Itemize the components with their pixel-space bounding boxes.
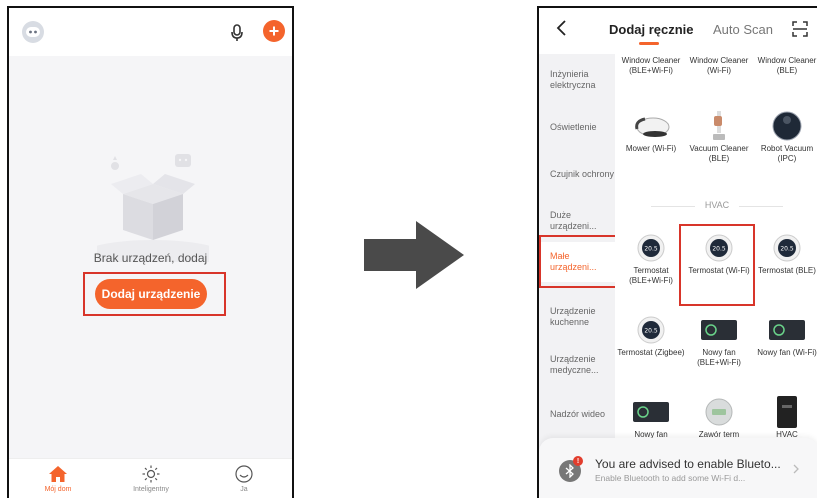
device-item[interactable]: Nowy fan (Wi-Fi) <box>753 312 817 358</box>
empty-state-message: Brak urządzeń, dodaj <box>93 251 208 265</box>
thermostat-reading: 20.5 <box>644 328 658 335</box>
bottom-tab-bar: Mój dom Inteligentny Ja <box>9 458 292 498</box>
home-header <box>9 8 292 56</box>
device-name: Robot Vacuum (IPC) <box>760 144 814 163</box>
bluetooth-banner[interactable]: ! You are advised to enable Blueto... En… <box>539 438 817 498</box>
tab-me[interactable]: Ja <box>204 464 284 493</box>
thermostat-icon: 20.5 <box>637 316 665 344</box>
robot-vacuum-icon <box>772 111 802 141</box>
category-item[interactable]: Nadzór wideo <box>539 394 615 434</box>
hvac-panel-icon <box>777 396 797 428</box>
tab-add-manually[interactable]: Dodaj ręcznie <box>609 22 694 37</box>
device-name: Termostat (BLE) <box>758 266 816 275</box>
device-name: Termostat (Zigbee) <box>617 348 685 357</box>
device-name: Window Cleaner (BLE) <box>757 56 817 75</box>
fan-panel-icon <box>633 402 669 422</box>
thermostat-icon: 20.5 <box>637 234 665 262</box>
sun-icon <box>142 465 160 483</box>
device-item[interactable]: HVAC <box>753 394 817 440</box>
banner-title: You are advised to enable Blueto... <box>595 457 781 471</box>
tab-label: Inteligentny <box>133 486 169 493</box>
tab-auto-scan[interactable]: Auto Scan <box>713 22 773 37</box>
tab-label: Ja <box>240 486 248 493</box>
empty-box-icon <box>97 154 209 262</box>
device-item[interactable]: 20.5 Termostat (BLE+Wi-Fi) <box>617 230 685 286</box>
device-item[interactable]: Zawór term <box>685 394 753 440</box>
device-name: Mower (Wi-Fi) <box>625 144 677 153</box>
device-item[interactable]: 20.5 Termostat (BLE) <box>753 230 817 276</box>
smiley-icon <box>235 465 253 483</box>
add-device-header: Dodaj ręcznie Auto Scan <box>539 8 817 54</box>
add-icon[interactable] <box>263 20 285 42</box>
device-item[interactable]: 20.5 Termostat (Zigbee) <box>617 312 685 358</box>
device-item[interactable]: Window Cleaner (BLE+Wi-Fi) <box>617 56 685 76</box>
category-item[interactable]: Oświetlenie <box>539 107 615 147</box>
home-screen: Brak urządzeń, dodaj Dodaj urządzenie Mó… <box>7 6 294 498</box>
device-name: Termostat (BLE+Wi-Fi) <box>629 266 673 285</box>
section-header-hvac: HVAC <box>615 200 817 210</box>
highlight-box <box>679 224 755 306</box>
device-name: Window Cleaner (BLE+Wi-Fi) <box>621 56 681 75</box>
device-name: Vacuum Cleaner (BLE) <box>689 144 749 163</box>
highlight-box <box>539 235 617 288</box>
device-item[interactable]: Nowy fan (BLE+Wi-Fi) <box>685 312 753 368</box>
alert-badge: ! <box>573 456 583 466</box>
tab-label: Mój dom <box>44 486 72 493</box>
mower-icon <box>635 117 670 137</box>
device-item[interactable]: Window Cleaner (Wi-Fi) <box>685 56 753 76</box>
category-item[interactable]: Urządzenie kuchenne <box>539 297 615 337</box>
chevron-right-icon[interactable] <box>792 464 800 474</box>
back-icon[interactable] <box>554 18 570 38</box>
fan-panel-icon <box>701 320 737 340</box>
add-device-screen: Dodaj ręcznie Auto Scan Inżynieria elekt… <box>537 6 817 498</box>
home-content: Brak urządzeń, dodaj Dodaj urządzenie <box>9 56 292 460</box>
category-item[interactable]: Inżynieria elektryczna <box>539 60 615 100</box>
device-item[interactable]: Window Cleaner (BLE) <box>753 56 817 76</box>
tab-my-home[interactable]: Mój dom <box>18 464 98 493</box>
category-item[interactable]: Czujnik ochrony <box>539 154 615 194</box>
microphone-icon[interactable] <box>227 22 247 44</box>
thermostat-icon: 20.5 <box>773 234 801 262</box>
fan-panel-icon <box>769 320 805 340</box>
active-tab-indicator <box>639 42 659 45</box>
highlight-box <box>83 272 226 316</box>
scan-icon[interactable] <box>792 21 808 37</box>
device-item[interactable]: Vacuum Cleaner (BLE) <box>685 108 753 164</box>
user-icon <box>26 27 40 37</box>
arrow-right-icon <box>364 221 464 289</box>
device-name: Window Cleaner (Wi-Fi) <box>689 56 749 75</box>
tab-smart[interactable]: Inteligentny <box>111 464 191 493</box>
thermostat-reading: 20.5 <box>644 246 658 253</box>
device-item[interactable]: Robot Vacuum (IPC) <box>753 108 817 164</box>
device-item[interactable]: Mower (Wi-Fi) <box>617 108 685 154</box>
category-item[interactable]: Urządzenie medyczne... <box>539 345 615 385</box>
device-name: Nowy fan (Wi-Fi) <box>757 348 817 357</box>
thermostat-reading: 20.5 <box>780 246 794 253</box>
device-grid: Window Cleaner (BLE+Wi-Fi) Window Cleane… <box>615 54 817 498</box>
vacuum-stick-icon <box>713 111 725 140</box>
banner-subtitle: Enable Bluetooth to add some Wi-Fi d... <box>595 473 746 483</box>
avatar[interactable] <box>22 21 44 43</box>
device-name: Nowy fan (BLE+Wi-Fi) <box>697 348 741 367</box>
device-item[interactable]: Nowy fan <box>617 394 685 440</box>
valve-icon <box>705 398 733 426</box>
home-icon <box>49 466 67 482</box>
